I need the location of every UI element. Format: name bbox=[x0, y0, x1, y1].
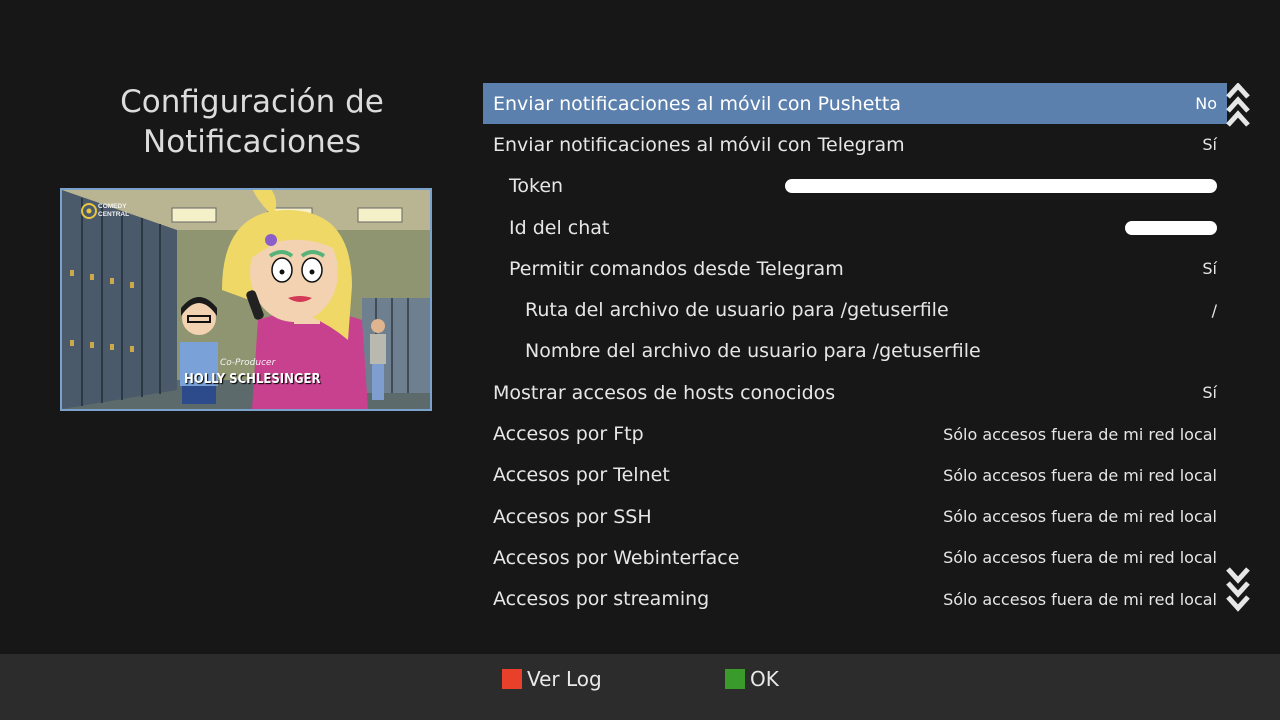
page-title-line2: Notificaciones bbox=[143, 124, 361, 160]
setting-ssh-access[interactable]: Accesos por SSH Sólo accesos fuera de mi… bbox=[483, 496, 1227, 537]
page-title: Configuración de Notificaciones bbox=[60, 82, 444, 162]
red-key-icon bbox=[502, 669, 522, 689]
page-title-line1: Configuración de bbox=[120, 84, 384, 120]
channel-logo-text: COMEDY CENTRAL bbox=[98, 203, 130, 218]
green-key-icon bbox=[725, 669, 745, 689]
token-redaction bbox=[785, 179, 1217, 194]
setting-webinterface-access[interactable]: Accesos por Webinterface Sólo accesos fu… bbox=[483, 537, 1227, 578]
setting-value: Sólo accesos fuera de mi red local bbox=[943, 548, 1217, 568]
setting-label: Nombre del archivo de usuario para /getu… bbox=[525, 340, 981, 363]
tv-preview-window: COMEDY CENTRAL Co-Producer HOLLY SCHLESI… bbox=[60, 188, 432, 411]
setting-label: Accesos por Telnet bbox=[493, 464, 670, 487]
setting-value: / bbox=[1211, 300, 1217, 320]
ok-label: OK bbox=[750, 667, 779, 691]
footer-bar: Ver Log OK bbox=[0, 654, 1280, 720]
setting-chat-id[interactable]: Id del chat bbox=[483, 207, 1227, 248]
notifications-settings-screen: Configuración de Notificaciones COMEDY C… bbox=[0, 0, 1280, 720]
ver-log-label: Ver Log bbox=[527, 667, 602, 691]
setting-label: Mostrar accesos de hosts conocidos bbox=[493, 381, 836, 404]
setting-userfile-name[interactable]: Nombre del archivo de usuario para /getu… bbox=[483, 331, 1227, 372]
settings-list: Enviar notificaciones al móvil con Pushe… bbox=[483, 83, 1227, 620]
setting-ftp-access[interactable]: Accesos por Ftp Sólo accesos fuera de mi… bbox=[483, 413, 1227, 454]
setting-label: Accesos por Webinterface bbox=[493, 546, 740, 569]
setting-label: Permitir comandos desde Telegram bbox=[509, 257, 844, 280]
setting-telnet-access[interactable]: Accesos por Telnet Sólo accesos fuera de… bbox=[483, 455, 1227, 496]
credit-role-text: Co-Producer bbox=[220, 358, 276, 368]
setting-value: Sólo accesos fuera de mi red local bbox=[943, 589, 1217, 609]
setting-streaming-access[interactable]: Accesos por streaming Sólo accesos fuera… bbox=[483, 579, 1227, 620]
setting-label: Ruta del archivo de usuario para /getuse… bbox=[525, 299, 949, 322]
setting-value: No bbox=[1195, 94, 1217, 114]
setting-userfile-path[interactable]: Ruta del archivo de usuario para /getuse… bbox=[483, 289, 1227, 330]
credit-name-text: HOLLY SCHLESINGER bbox=[184, 372, 321, 387]
setting-label: Accesos por SSH bbox=[493, 505, 652, 528]
setting-value: Sólo accesos fuera de mi red local bbox=[943, 507, 1217, 527]
setting-value: Sí bbox=[1202, 259, 1217, 279]
setting-label: Id del chat bbox=[509, 216, 610, 239]
setting-value: Sólo accesos fuera de mi red local bbox=[943, 424, 1217, 444]
setting-known-hosts[interactable]: Mostrar accesos de hosts conocidos Sí bbox=[483, 372, 1227, 413]
setting-label: Accesos por Ftp bbox=[493, 423, 644, 446]
setting-value: Sí bbox=[1202, 135, 1217, 155]
ok-button[interactable]: OK bbox=[725, 667, 779, 691]
setting-value: Sí bbox=[1202, 383, 1217, 403]
setting-value: Sólo accesos fuera de mi red local bbox=[943, 465, 1217, 485]
setting-telegram[interactable]: Enviar notificaciones al móvil con Teleg… bbox=[483, 124, 1227, 165]
setting-label: Enviar notificaciones al móvil con Pushe… bbox=[493, 92, 901, 115]
setting-label: Token bbox=[509, 175, 564, 198]
setting-label: Enviar notificaciones al móvil con Teleg… bbox=[493, 133, 905, 156]
chat-id-redaction bbox=[1125, 220, 1217, 235]
ver-log-button[interactable]: Ver Log bbox=[502, 667, 602, 691]
setting-telegram-commands[interactable]: Permitir comandos desde Telegram Sí bbox=[483, 248, 1227, 289]
setting-label: Accesos por streaming bbox=[493, 588, 710, 611]
setting-pushetta[interactable]: Enviar notificaciones al móvil con Pushe… bbox=[483, 83, 1227, 125]
double-chevron-up-icon[interactable] bbox=[1226, 82, 1250, 135]
setting-token[interactable]: Token bbox=[483, 166, 1227, 207]
double-chevron-down-icon[interactable] bbox=[1226, 565, 1250, 619]
